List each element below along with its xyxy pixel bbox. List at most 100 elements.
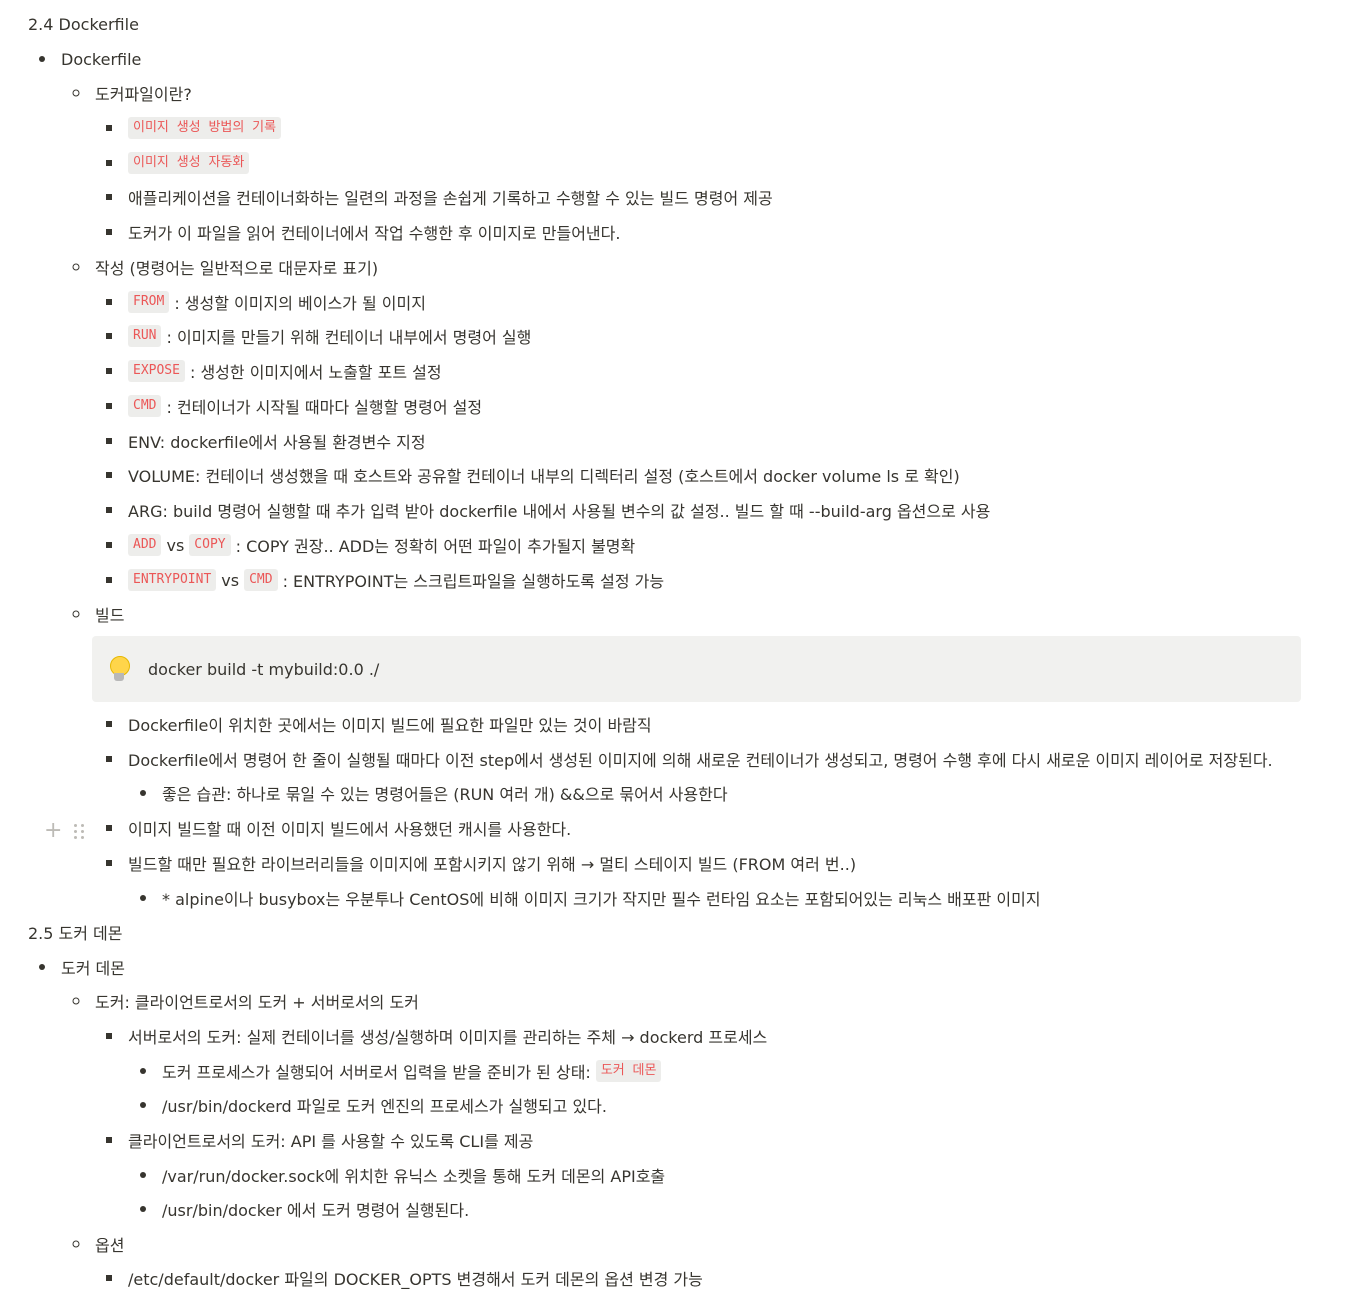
text-span: * alpine이나 busybox는 우분투나 CentOS에 비해 이미지 … (162, 890, 1041, 909)
list-item-text[interactable]: ADD vs COPY: COPY 권장.. ADD는 정확히 어떤 파일이 추가될… (128, 533, 635, 557)
text-span: ENV: dockerfile에서 사용될 환경변수 지정 (128, 433, 426, 452)
bullet-marker (140, 1068, 146, 1074)
inline-code: CMD (128, 395, 162, 417)
text-span: 클라이언트로서의 도커: API 를 사용할 수 있도록 CLI를 제공 (128, 1132, 534, 1151)
text-span: : ENTRYPOINT는 스크립트파일을 실행하도록 설정 가능 (282, 572, 665, 591)
list-item-text[interactable]: 옵션 (95, 1232, 124, 1256)
bullet-marker (106, 1275, 112, 1281)
bullet-marker (106, 756, 112, 762)
list-item-text[interactable]: CMD: 컨테이너가 시작될 때마다 실행할 명령어 설정 (128, 394, 482, 418)
list-item-text[interactable]: 도커 프로세스가 실행되어 서버로서 입력을 받을 준비가 된 상태: 도커 데몬 (162, 1059, 662, 1083)
list-item-text[interactable]: 서버로서의 도커: 실제 컨테이너를 생성/실행하며 이미지를 관리하는 주체 … (128, 1024, 767, 1048)
bullet-marker (106, 1033, 112, 1039)
bullet-marker (106, 472, 112, 478)
list-item-text[interactable]: 좋은 습관: 하나로 묶일 수 있는 명령어들은 (RUN 여러 개) &&으로… (162, 781, 728, 805)
bullet-marker (106, 438, 112, 444)
text-span: vs (166, 535, 185, 555)
list-item-text[interactable]: FROM: 생성할 이미지의 베이스가 될 이미지 (128, 290, 426, 314)
bullet-marker (106, 299, 112, 305)
callout-text: docker build -t mybuild:0.0 ./ (148, 659, 380, 679)
bullet-marker (106, 403, 112, 409)
bullet-marker (72, 610, 80, 618)
list-item-text[interactable]: RUN: 이미지를 만들기 위해 컨테이너 내부에서 명령어 실행 (128, 324, 531, 348)
list-item-text[interactable]: 애플리케이션을 컨테이너화하는 일련의 과정을 손쉽게 기록하고 수행할 수 있… (128, 185, 773, 209)
text-span: /usr/bin/docker 에서 도커 명령어 실행된다. (162, 1201, 470, 1220)
bullet-marker (39, 56, 45, 62)
bullet-marker (106, 825, 112, 831)
list-item-text[interactable]: 도커파일이란? (95, 81, 192, 105)
list-item-text[interactable]: 빌드 (95, 602, 124, 626)
list-item-text[interactable]: /usr/bin/docker 에서 도커 명령어 실행된다. (162, 1197, 469, 1221)
list-item-text[interactable]: 2.4 Dockerfile (28, 15, 139, 34)
bullet-marker (72, 997, 80, 1005)
bullet-marker (140, 895, 146, 901)
list-item-text[interactable]: ARG: build 명령어 실행할 때 추가 입력 받아 dockerfile… (128, 498, 990, 522)
text-span: Dockerfile이 위치한 곳에서는 이미지 빌드에 필요한 파일만 있는 … (128, 716, 652, 735)
list-item-text[interactable]: * alpine이나 busybox는 우분투나 CentOS에 비해 이미지 … (162, 886, 1041, 910)
text-span: 이미지 빌드할 때 이전 이미지 빌드에서 사용했던 캐시를 사용한다. (128, 820, 572, 839)
list-item-text[interactable]: VOLUME: 컨테이너 생성했을 때 호스트와 공유할 컨테이너 내부의 디렉… (128, 463, 960, 487)
text-span: 서버로서의 도커: 실제 컨테이너를 생성/실행하며 이미지를 관리하는 주체 … (128, 1028, 768, 1047)
text-span: 빌드 (95, 606, 125, 625)
build-callout[interactable]: docker build -t mybuild:0.0 ./ (92, 636, 1301, 702)
inline-code: EXPOSE (128, 360, 185, 382)
inline-code: COPY (189, 534, 231, 556)
bullet-marker (106, 507, 112, 513)
bullet-marker (140, 790, 146, 796)
text-span: Dockerfile에서 명령어 한 줄이 실행될 때마다 이전 step에서 … (128, 751, 1273, 770)
inline-code: FROM (128, 291, 170, 313)
text-span: : 컨테이너가 시작될 때마다 실행할 명령어 설정 (166, 398, 483, 417)
list-item-text[interactable]: /usr/bin/dockerd 파일로 도커 엔진의 프로세스가 실행되고 있… (162, 1093, 607, 1117)
list-item-text[interactable]: /var/run/docker.sock에 위치한 유닉스 소켓을 통해 도커 … (162, 1163, 665, 1187)
list-item-text[interactable]: 이미지 빌드할 때 이전 이미지 빌드에서 사용했던 캐시를 사용한다. (128, 816, 571, 840)
list-item-text[interactable]: 도커가 이 파일을 읽어 컨테이너에서 작업 수행한 후 이미지로 만들어낸다. (128, 220, 620, 244)
text-span: ARG: build 명령어 실행할 때 추가 입력 받아 dockerfile… (128, 502, 991, 521)
drag-handle-icon[interactable] (74, 823, 85, 839)
text-span: : 이미지를 만들기 위해 컨테이너 내부에서 명령어 실행 (166, 328, 532, 347)
list-item-text[interactable]: /etc/default/docker 파일의 DOCKER_OPTS 변경해서… (128, 1266, 703, 1290)
bullet-marker (106, 577, 112, 583)
list-item-text[interactable]: 빌드할 때만 필요한 라이브러리들을 이미지에 포함시키지 않기 위해 → 멀티… (128, 851, 856, 875)
text-span: /usr/bin/dockerd 파일로 도커 엔진의 프로세스가 실행되고 있… (162, 1097, 607, 1116)
bullet-marker (39, 964, 45, 970)
list-item-text[interactable]: Dockerfile이 위치한 곳에서는 이미지 빌드에 필요한 파일만 있는 … (128, 712, 652, 736)
list-item-text[interactable]: EXPOSE: 생성한 이미지에서 노출할 포트 설정 (128, 359, 442, 383)
bullet-marker (72, 263, 80, 271)
list-item-text[interactable]: 2.5 도커 데몬 (28, 920, 123, 944)
bullet-marker (140, 1206, 146, 1212)
bullet-marker (140, 1102, 146, 1108)
inline-code: 이미지 생성 자동화 (128, 152, 250, 174)
list-item-text[interactable]: Dockerfile에서 명령어 한 줄이 실행될 때마다 이전 step에서 … (128, 747, 1273, 771)
bullet-marker (72, 1240, 80, 1248)
bullet-marker (106, 229, 112, 235)
list-item-text[interactable]: 작성 (명령어는 일반적으로 대문자로 표기) (95, 255, 378, 279)
text-span: : 생성한 이미지에서 노출할 포트 설정 (189, 363, 442, 382)
list-item-text[interactable]: ENV: dockerfile에서 사용될 환경변수 지정 (128, 429, 426, 453)
text-span: 옵션 (95, 1236, 125, 1255)
text-span: 도커: 클라이언트로서의 도커 + 서버로서의 도커 (95, 993, 419, 1012)
text-span: 2.5 도커 데몬 (28, 924, 123, 943)
text-span: /var/run/docker.sock에 위치한 유닉스 소켓을 통해 도커 … (162, 1167, 666, 1186)
list-item-text[interactable]: 이미지 생성 방법의 기록 (128, 117, 282, 139)
bullet-marker (106, 333, 112, 339)
list-item-text[interactable]: 도커 데몬 (61, 955, 125, 979)
list-item-text[interactable]: Dockerfile (61, 50, 141, 69)
block-handle[interactable]: + (44, 818, 92, 844)
list-item-text[interactable]: 이미지 생성 자동화 (128, 152, 250, 174)
inline-code: CMD (244, 569, 278, 591)
list-item-text[interactable]: ENTRYPOINT vs CMD: ENTRYPOINT는 스크립트파일을 실행하… (128, 568, 664, 592)
text-span: 2.4 Dockerfile (28, 14, 139, 34)
list-item-text[interactable]: 클라이언트로서의 도커: API 를 사용할 수 있도록 CLI를 제공 (128, 1128, 533, 1152)
text-span: 도커파일이란? (95, 85, 192, 104)
bullet-marker (106, 194, 112, 200)
inline-code: ADD (128, 534, 162, 556)
bullet-marker (106, 721, 112, 727)
inline-code: 이미지 생성 방법의 기록 (128, 117, 282, 139)
bullet-marker (140, 1172, 146, 1178)
text-span: VOLUME: 컨테이너 생성했을 때 호스트와 공유할 컨테이너 내부의 디렉… (128, 467, 960, 486)
list-item-text[interactable]: 도커: 클라이언트로서의 도커 + 서버로서의 도커 (95, 989, 419, 1013)
text-span: 도커 프로세스가 실행되어 서버로서 입력을 받을 준비가 된 상태: (162, 1063, 591, 1082)
text-span: /etc/default/docker 파일의 DOCKER_OPTS 변경해서… (128, 1270, 703, 1289)
bullet-marker (106, 368, 112, 374)
add-block-icon[interactable]: + (44, 820, 62, 842)
